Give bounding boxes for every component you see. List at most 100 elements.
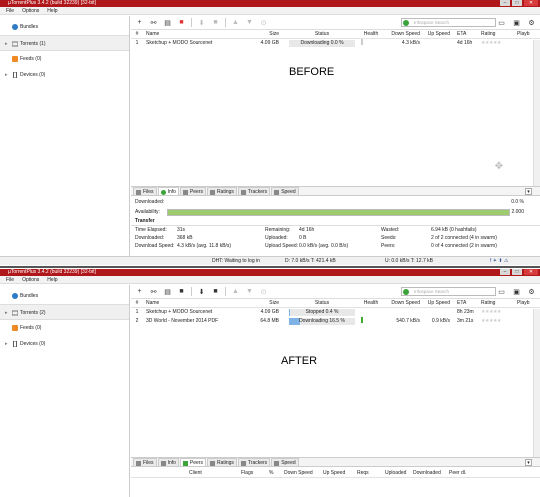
menu-help[interactable]: Help [47, 276, 57, 283]
col-rating[interactable]: Rating [481, 299, 517, 307]
expand-arrow-icon[interactable]: ▸ [5, 336, 8, 352]
add-torrent-icon[interactable]: + [135, 18, 144, 27]
sidebar-item-devices[interactable]: ▸ Devices (0) [0, 67, 129, 83]
rating-stars-icon[interactable]: ★★★★★ [481, 308, 517, 317]
remote-icon[interactable]: ▣ [512, 287, 521, 296]
download-icon[interactable]: ⬇ [197, 18, 206, 27]
col-rating[interactable]: Rating [481, 30, 517, 38]
col-name[interactable]: Name [143, 299, 243, 307]
col-peer-up-speed[interactable]: Up Speed [323, 469, 357, 477]
tab-trackers[interactable]: Trackers [237, 458, 271, 467]
create-torrent-icon[interactable]: ▤ [163, 287, 172, 296]
table-row[interactable]: 1 Sketchup + MODO Sourcenet 4.09 GB Stop… [131, 308, 540, 317]
tab-speed[interactable]: Speed [271, 187, 299, 196]
add-url-icon[interactable]: ⚯ [149, 287, 158, 296]
maximize-button[interactable]: □ [512, 0, 522, 6]
sidebar-item-devices[interactable]: ▸ Devices (0) [0, 336, 129, 352]
expand-arrow-icon[interactable]: ▸ [5, 36, 8, 52]
scrollbar[interactable] [533, 309, 540, 457]
expand-arrow-icon[interactable]: ▸ [5, 67, 8, 83]
close-button[interactable]: ✕ [524, 0, 538, 6]
move-down-icon[interactable]: ▼ [245, 18, 254, 27]
tab-ratings[interactable]: Ratings [206, 187, 237, 196]
col-uploaded[interactable]: Uploaded [385, 469, 413, 477]
sidebar-item-bundles[interactable]: Bundles [0, 19, 129, 35]
rating-stars-icon[interactable]: ★★★★★ [481, 317, 517, 326]
col-eta[interactable]: ETA [453, 30, 481, 38]
col-down-speed[interactable]: Down Speed [381, 30, 423, 38]
tab-files[interactable]: Files [133, 458, 157, 467]
tab-info[interactable]: Info [157, 458, 179, 467]
col-playback[interactable]: Playb [517, 299, 537, 307]
col-size[interactable]: Size [243, 299, 283, 307]
col-client[interactable]: Client [131, 469, 211, 477]
expand-arrow-icon[interactable]: ▸ [5, 305, 8, 321]
chat-icon[interactable]: ▭ [497, 287, 506, 296]
menu-file[interactable]: File [6, 7, 14, 14]
collapse-panel-icon[interactable]: ▾ [525, 188, 532, 195]
col-num[interactable]: # [131, 30, 143, 38]
move-down-icon[interactable]: ▼ [245, 287, 254, 296]
col-downloaded[interactable]: Downloaded [413, 469, 449, 477]
sidebar-item-torrents[interactable]: ▸ Torrents (2) [0, 304, 129, 320]
col-peer-dl[interactable]: Peer dl. [449, 469, 473, 477]
col-reqs[interactable]: Reqs [357, 469, 385, 477]
remote-icon[interactable]: ▣ [512, 18, 521, 27]
col-percent[interactable]: % [269, 469, 281, 477]
search-input[interactable]: Infospace Search [401, 287, 496, 296]
settings-icon[interactable]: ⚙ [527, 287, 536, 296]
tab-files[interactable]: Files [133, 187, 157, 196]
col-flags[interactable]: Flags [211, 469, 269, 477]
add-torrent-icon[interactable]: + [135, 287, 144, 296]
stop-icon[interactable]: ■ [211, 18, 220, 27]
download-icon[interactable]: ⬇ [197, 287, 206, 296]
col-up-speed[interactable]: Up Speed [423, 299, 453, 307]
col-health[interactable]: Health [361, 30, 381, 38]
table-row[interactable]: 2 3D World - November 2014 PDF 64.8 MB D… [131, 317, 540, 326]
col-peer-down-speed[interactable]: Down Speed [281, 469, 323, 477]
col-num[interactable]: # [131, 299, 143, 307]
unlock-icon[interactable]: ⊙ [259, 287, 268, 296]
tab-ratings[interactable]: Ratings [206, 458, 237, 467]
table-row[interactable]: 1 Sketchup + MODO Sourcenet 4.09 GB Down… [131, 39, 540, 48]
add-url-icon[interactable]: ⚯ [149, 18, 158, 27]
remove-icon[interactable]: ■ [177, 18, 186, 27]
col-playback[interactable]: Playb [517, 30, 537, 38]
col-health[interactable]: Health [361, 299, 381, 307]
col-size[interactable]: Size [243, 30, 283, 38]
tab-info[interactable]: Info [157, 187, 179, 196]
scrollbar[interactable] [533, 40, 540, 186]
minimize-button[interactable]: – [500, 269, 510, 275]
search-input[interactable]: Infospace Search [401, 18, 496, 27]
col-status[interactable]: Status [283, 30, 361, 38]
close-button[interactable]: ✕ [524, 269, 538, 275]
menu-help[interactable]: Help [47, 7, 57, 14]
stop-icon[interactable]: ■ [211, 287, 220, 296]
settings-icon[interactable]: ⚙ [527, 18, 536, 27]
col-up-speed[interactable]: Up Speed [423, 30, 453, 38]
menu-options[interactable]: Options [22, 7, 39, 14]
create-torrent-icon[interactable]: ▤ [163, 18, 172, 27]
col-down-speed[interactable]: Down Speed [381, 299, 423, 307]
tab-trackers[interactable]: Trackers [237, 187, 271, 196]
sidebar-item-torrents[interactable]: ▸ Torrents (1) [0, 35, 129, 51]
tab-speed[interactable]: Speed [271, 458, 299, 467]
col-name[interactable]: Name [143, 30, 243, 38]
collapse-panel-icon[interactable]: ▾ [525, 459, 532, 466]
social-icons[interactable]: f ✦ ⬆ ⚠ [490, 257, 508, 266]
maximize-button[interactable]: □ [512, 269, 522, 275]
move-up-icon[interactable]: ▲ [231, 18, 240, 27]
chat-icon[interactable]: ▭ [497, 18, 506, 27]
menu-file[interactable]: File [6, 276, 14, 283]
sidebar-item-bundles[interactable]: Bundles [0, 288, 129, 304]
sidebar-item-feeds[interactable]: Feeds (0) [0, 320, 129, 336]
tab-peers[interactable]: Peers [179, 458, 206, 467]
move-up-icon[interactable]: ▲ [231, 287, 240, 296]
resize-handle-icon[interactable]: ✥ [493, 161, 505, 173]
col-eta[interactable]: ETA [453, 299, 481, 307]
remove-icon[interactable]: ■ [177, 287, 186, 296]
col-status[interactable]: Status [283, 299, 361, 307]
tab-peers[interactable]: Peers [179, 187, 206, 196]
unlock-icon[interactable]: ⊙ [259, 18, 268, 27]
minimize-button[interactable]: – [500, 0, 510, 6]
